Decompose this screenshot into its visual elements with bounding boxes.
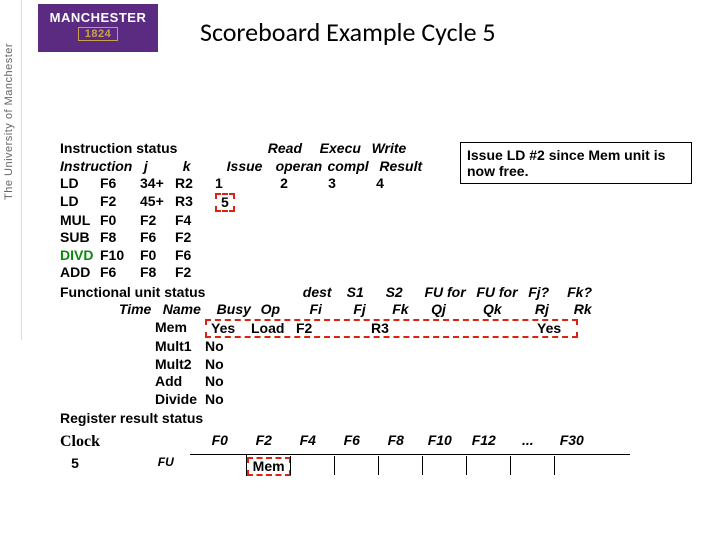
page-title: Scoreboard Example Cycle 5 — [200, 16, 496, 48]
logo-year: 1824 — [78, 27, 118, 41]
col-fk: Fk — [392, 301, 427, 319]
col-read: Read — [268, 140, 316, 158]
col-fi: Fi — [309, 301, 349, 319]
instr-row: LDF634+R21234 — [60, 175, 660, 193]
clock-label: Clock — [60, 432, 120, 452]
col-fj: Fj — [353, 301, 388, 319]
reg-col-header: F0 — [198, 432, 242, 450]
col-qj: Qj — [431, 301, 479, 319]
university-logo: MANCHESTER 1824 — [38, 4, 158, 52]
reg-col-header: F10 — [418, 432, 462, 450]
scoreboard-tables: Instruction status Read Execu Write Inst… — [60, 140, 660, 476]
col-name: Name — [163, 301, 213, 319]
col-fjq: Fj? — [528, 284, 563, 302]
col-exec: Execu — [320, 140, 368, 158]
col-dest: dest — [303, 284, 343, 302]
col-instruction: Instruction — [60, 158, 140, 176]
reg-col-header: F4 — [286, 432, 330, 450]
fu-row: Mult2No — [60, 356, 660, 374]
fu-row-highlight: YesLoadF2R3Yes — [205, 319, 578, 338]
reg-cell — [422, 456, 466, 476]
reg-col-header: F12 — [462, 432, 506, 450]
reg-cell — [554, 456, 598, 476]
reg-cell — [290, 456, 334, 476]
reg-col-header: F30 — [550, 432, 594, 450]
sidebar: The University of Manchester — [0, 0, 22, 340]
issue-highlight: 5 — [215, 193, 235, 212]
instr-row: MULF0F2F4 — [60, 212, 660, 230]
col-operan: operan — [276, 158, 324, 176]
instr-status-heading: Instruction status — [60, 140, 215, 158]
fu-row: MemYesLoadF2R3Yes — [60, 319, 660, 338]
col-rj: Rj — [535, 301, 570, 319]
instr-row: ADDF6F8F2 — [60, 264, 660, 282]
col-s1: S1 — [347, 284, 382, 302]
col-time: Time — [119, 301, 159, 319]
col-rk: Rk — [574, 301, 609, 319]
reg-col-header: F8 — [374, 432, 418, 450]
col-s2: S2 — [386, 284, 421, 302]
fu-row: DivideNo — [60, 391, 660, 409]
col-result: Result — [379, 158, 427, 176]
reg-status-heading: Register result status — [60, 410, 203, 426]
reg-cell: Mem — [246, 455, 290, 476]
col-k: k — [183, 158, 223, 176]
reg-col-header: ... — [506, 432, 550, 450]
col-op: Op — [261, 301, 306, 319]
fu-row: AddNo — [60, 373, 660, 391]
fu-row: Mult1No — [60, 338, 660, 356]
col-fkq: Fk? — [567, 284, 602, 302]
col-fufor-k: FU for — [476, 284, 524, 302]
instr-row: SUBF8F6F2 — [60, 229, 660, 247]
col-fufor-j: FU for — [424, 284, 472, 302]
reg-cell — [334, 456, 378, 476]
col-qk: Qk — [483, 301, 531, 319]
col-compl: compl — [327, 158, 375, 176]
col-write: Write — [372, 140, 420, 158]
clock-value: 5 — [60, 455, 90, 473]
logo-name: MANCHESTER — [38, 10, 158, 25]
col-j: j — [144, 158, 179, 176]
reg-col-header: F2 — [242, 432, 286, 450]
col-issue: Issue — [227, 158, 272, 176]
col-busy: Busy — [217, 301, 257, 319]
reg-cell — [202, 456, 246, 476]
reg-value-highlight: Mem — [247, 457, 291, 476]
sidebar-org-text: The University of Manchester — [3, 43, 15, 200]
reg-col-header: F6 — [330, 432, 374, 450]
reg-cell — [510, 456, 554, 476]
reg-cell — [378, 456, 422, 476]
fu-status-heading: Functional unit status — [60, 284, 240, 302]
instr-row: DIVDF10F0F6 — [60, 247, 660, 265]
reg-cell — [466, 456, 510, 476]
instr-row: LDF245+R35 — [60, 193, 660, 212]
fu-row-label: FU — [158, 455, 198, 470]
